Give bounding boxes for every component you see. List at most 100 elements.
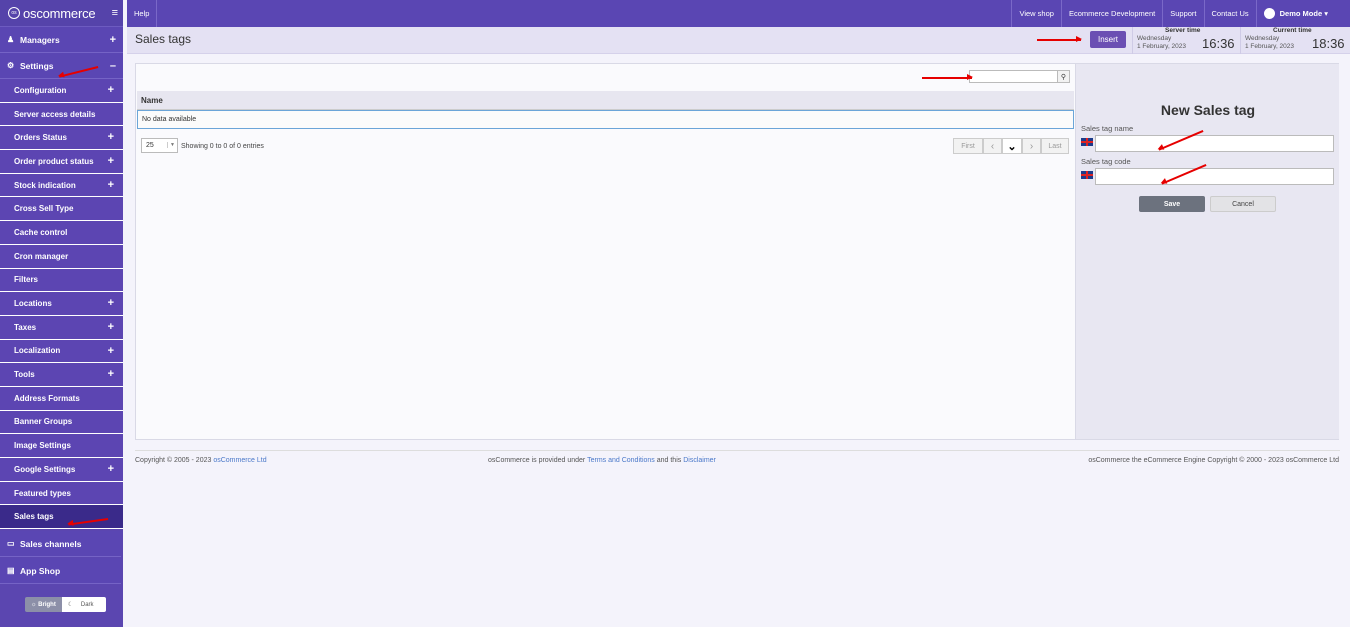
monitor-icon: ▭ [7,539,15,548]
gears-icon: ⚙ [7,61,15,70]
search-icon[interactable]: ⚲ [1057,71,1069,82]
sales-tag-code-label: Sales tag code [1081,157,1131,166]
sidebar-subitem[interactable]: Locations + [0,292,123,316]
expand-icon[interactable]: + [108,345,114,357]
insert-button[interactable]: Insert [1090,31,1126,48]
menu-toggle-icon[interactable]: ≡ [112,7,118,19]
footer-engine: osCommerce the eCommerce Engine Copyrigh… [1088,457,1339,464]
sidebar-item-label: Sales channels [20,538,82,549]
sales-tag-code-input[interactable] [1095,168,1334,185]
sidebar-subitem-label: Cron manager [14,251,69,261]
sidebar-subitem[interactable]: Image Settings [0,434,123,458]
sidebar-subitem[interactable]: Cross Sell Type [0,197,123,222]
theme-toggle[interactable]: ☼ Bright ☾ Dark [25,597,106,612]
sidebar-subitem[interactable]: Sales tags [0,505,123,530]
prev-page-button[interactable]: ‹ [983,138,1002,154]
expand-icon[interactable]: + [108,297,114,309]
form-title: New Sales tag [1160,102,1256,118]
contact-us-link[interactable]: Contact Us [1205,0,1257,27]
chevron-down-icon: ▼ [167,142,175,148]
sidebar-subitem[interactable]: Featured types [0,481,123,506]
user-icon: ♟ [7,35,15,44]
page-select-dropdown[interactable]: ⌄ [1002,138,1022,154]
sidebar-subitem[interactable]: Cron manager [0,244,123,269]
view-shop-link[interactable]: View shop [1011,0,1062,27]
sidebar-subitem[interactable]: Cache control [0,221,123,245]
current-clock: 18:36 [1312,36,1345,51]
expand-icon[interactable]: + [108,368,114,380]
theme-bright-button[interactable]: ☼ Bright [25,597,62,612]
sidebar-subitem[interactable]: Filters [0,268,123,293]
first-page-button[interactable]: First [953,138,983,154]
sidebar-subitem-label: Stock indication [14,180,76,190]
page-size-select[interactable]: 25 ▼ [141,138,178,153]
expand-icon[interactable]: + [110,34,116,46]
collapse-icon[interactable]: – [110,60,116,72]
sidebar-subitem-label: Tools [14,370,35,380]
last-page-button[interactable]: Last [1041,138,1069,154]
disclaimer-link[interactable]: Disclaimer [683,457,716,464]
support-link[interactable]: Support [1163,0,1205,27]
sidebar-subitem[interactable]: Tools + [0,363,123,387]
new-sales-tag-form: New Sales tag Sales tag name Sales tag c… [1075,64,1339,439]
sidebar-item-managers[interactable]: ♟ Managers + [0,27,123,53]
user-menu[interactable]: Demo Mode ▾ [1257,0,1350,27]
sidebar-subitem[interactable]: Address Formats [0,386,123,411]
logo-text[interactable]: oscommerce [23,6,96,21]
user-avatar-icon [1263,8,1275,19]
expand-icon[interactable]: + [108,84,114,96]
logo-bar: os oscommerce ≡ [0,0,123,27]
sidebar-subitem[interactable]: Configuration + [0,79,123,103]
sidebar-subitem-label: Address Formats [14,393,80,403]
sidebar-subitem-label: Image Settings [14,441,71,451]
column-header-name[interactable]: Name [137,91,1074,110]
save-button[interactable]: Save [1139,196,1205,212]
store-icon: ▤ [7,566,15,575]
footer-terms: osCommerce is provided under Terms and C… [488,457,716,464]
expand-icon[interactable]: + [108,155,114,167]
sidebar-item-sales-channels[interactable]: ▭ Sales channels [0,531,121,557]
annotation-arrow [1037,36,1082,42]
sidebar-item-label: Settings [20,60,54,71]
sidebar-subitem[interactable]: Banner Groups [0,410,123,435]
expand-icon[interactable]: + [108,131,114,143]
expand-icon[interactable]: + [108,463,114,475]
annotation-arrow [922,74,973,80]
sidebar-subitem-label: Featured types [14,488,71,498]
search-input[interactable]: ⚲ [969,70,1070,83]
empty-row: No data available [137,110,1074,129]
sidebar-item-app-shop[interactable]: ▤ App Shop [0,558,121,584]
sales-tag-name-input[interactable] [1095,135,1334,152]
ecommerce-development-link[interactable]: Ecommerce Development [1062,0,1164,27]
user-name: Demo Mode [1279,9,1323,18]
sidebar-item-label: App Shop [20,565,61,576]
sidebar-subitem[interactable]: Stock indication + [0,173,123,198]
expand-icon[interactable]: + [108,321,114,333]
help-link[interactable]: Help [127,0,158,27]
next-page-button[interactable]: › [1022,138,1041,154]
footer-copyright: Copyright © 2005 - 2023 osCommerce Ltd [135,457,267,464]
sidebar-subitem-label: Sales tags [14,512,54,522]
uk-flag-icon [1081,171,1093,179]
sidebar-subitem-label: Cache control [14,227,68,237]
cancel-button[interactable]: Cancel [1210,196,1276,212]
sidebar-subitem[interactable]: Orders Status + [0,126,123,151]
sidebar-subitem[interactable]: Localization + [0,339,123,364]
table-area: ⚲ Name No data available 25 ▼ Showing 0 t… [136,64,1075,439]
page-title: Sales tags [135,32,192,46]
page-header: Sales tags Insert Server time Wednesday 1… [127,27,1350,54]
sidebar-subitem[interactable]: Order product status + [0,150,123,174]
terms-link[interactable]: Terms and Conditions [587,457,655,464]
sidebar-subitem-label: Orders Status [14,133,67,143]
sidebar-subitem-label: Taxes [14,322,37,332]
sidebar-subitem[interactable]: Server access details [0,102,123,127]
sidebar-subitem-label: Filters [14,275,39,285]
sidebar-subitem-label: Banner Groups [14,417,73,427]
theme-dark-button[interactable]: ☾ Dark [61,597,106,612]
server-clock: 16:36 [1202,36,1235,51]
oscommerce-ltd-link[interactable]: osCommerce Ltd [213,457,266,464]
expand-icon[interactable]: + [108,179,114,191]
sidebar: os oscommerce ≡ ♟ Managers + ⚙ Settings … [0,0,123,627]
sidebar-subitem[interactable]: Taxes + [0,315,123,340]
sidebar-subitem[interactable]: Google Settings + [0,458,123,482]
